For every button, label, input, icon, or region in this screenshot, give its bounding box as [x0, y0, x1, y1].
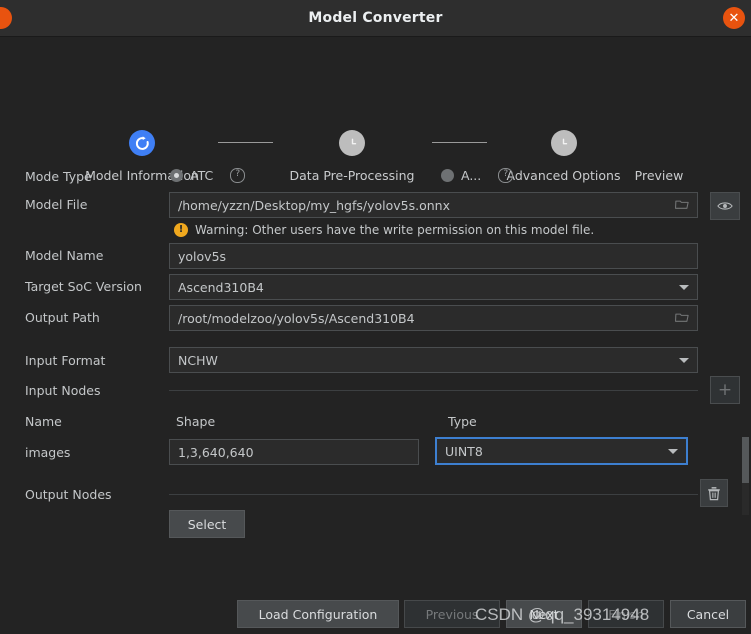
model-name-input[interactable]: yolov5s [169, 243, 698, 269]
step-data-pre-processing[interactable]: Data Pre-Processing [287, 130, 417, 183]
input-node-shape-value: 1,3,640,640 [178, 444, 254, 460]
cancel-button[interactable]: Cancel [670, 600, 746, 628]
clock-icon [339, 130, 365, 156]
stepper-connector-2 [432, 142, 487, 143]
target-soc-select[interactable]: Ascend310B4 [169, 274, 698, 300]
output-nodes-divider [169, 494, 698, 495]
step-preview[interactable]: Preview [614, 130, 704, 183]
folder-icon[interactable] [675, 311, 689, 326]
input-node-type-select[interactable]: UINT8 [435, 437, 688, 465]
radio-mode-secondary[interactable]: A... ? [441, 168, 514, 183]
finish-button[interactable]: Finish [588, 600, 664, 628]
window-title: Model Converter [308, 10, 443, 26]
output-nodes-label: Output Nodes [25, 487, 112, 502]
warning-text: Warning: Other users have the write perm… [195, 223, 595, 237]
previous-button: Previous [404, 600, 500, 628]
output-path-label: Output Path [25, 310, 100, 325]
target-soc-value: Ascend310B4 [178, 279, 264, 295]
step-label: Preview [634, 168, 684, 183]
next-button[interactable]: Next [506, 600, 582, 628]
folder-icon[interactable] [675, 198, 689, 213]
input-node-shape-input[interactable]: 1,3,640,640 [169, 439, 419, 465]
step-label: Data Pre-Processing [289, 168, 415, 183]
column-header-type: Type [448, 414, 477, 429]
close-icon[interactable]: ✕ [723, 7, 745, 29]
radio-indicator [441, 169, 454, 182]
model-file-label: Model File [25, 197, 88, 212]
chevron-down-icon [679, 357, 689, 363]
radio-mode-atc[interactable]: ATC ? [170, 168, 246, 183]
target-soc-label: Target SoC Version [25, 279, 142, 294]
step-advanced-options[interactable]: Advanced Options [501, 130, 626, 183]
stepper-connector-1 [218, 142, 273, 143]
model-file-value: /home/yzzn/Desktop/my_hgfs/yolov5s.onnx [178, 197, 450, 213]
help-icon[interactable]: ? [230, 168, 246, 183]
input-node-type-value: UINT8 [445, 443, 483, 459]
model-converter-window: Model Converter ✕ Model Information Data… [0, 0, 751, 634]
title-bar: Model Converter ✕ [0, 0, 751, 36]
output-path-value: /root/modelzoo/yolov5s/Ascend310B4 [178, 310, 415, 326]
chevron-down-icon [679, 284, 689, 290]
refresh-icon [129, 130, 155, 156]
model-file-preview-button[interactable] [710, 192, 740, 220]
select-output-nodes-button[interactable]: Select [169, 510, 245, 538]
add-input-node-button[interactable]: + [710, 376, 740, 404]
help-icon[interactable]: ? [498, 168, 514, 183]
window-left-accent [0, 7, 12, 29]
dialog-body: Model Information Data Pre-Processing Ad… [0, 37, 751, 634]
chevron-down-icon [668, 448, 678, 454]
radio-indicator [170, 169, 183, 182]
model-file-input[interactable]: /home/yzzn/Desktop/my_hgfs/yolov5s.onnx [169, 192, 698, 218]
load-configuration-button[interactable]: Load Configuration [237, 600, 399, 628]
model-name-label: Model Name [25, 248, 104, 263]
column-header-name: Name [25, 414, 62, 429]
step-label: Advanced Options [506, 168, 621, 183]
radio-label: A... [461, 168, 482, 183]
input-format-select[interactable]: NCHW [169, 347, 698, 373]
warning-icon: ! [174, 223, 188, 237]
output-path-input[interactable]: /root/modelzoo/yolov5s/Ascend310B4 [169, 305, 698, 331]
input-format-label: Input Format [25, 353, 106, 368]
model-name-value: yolov5s [178, 248, 227, 264]
input-node-name: images [25, 445, 71, 460]
mode-type-label: Mode Type [25, 169, 92, 184]
input-nodes-label: Input Nodes [25, 383, 101, 398]
column-header-shape: Shape [176, 414, 216, 429]
delete-input-node-button[interactable] [700, 479, 728, 507]
input-nodes-divider [169, 390, 698, 391]
clock-icon [550, 130, 577, 156]
model-file-warning: ! Warning: Other users have the write pe… [174, 223, 594, 237]
input-format-value: NCHW [178, 352, 218, 368]
input-nodes-scrollbar-thumb[interactable] [742, 437, 749, 483]
radio-label: ATC [190, 168, 214, 183]
wizard-stepper: Model Information Data Pre-Processing Ad… [0, 92, 751, 183]
